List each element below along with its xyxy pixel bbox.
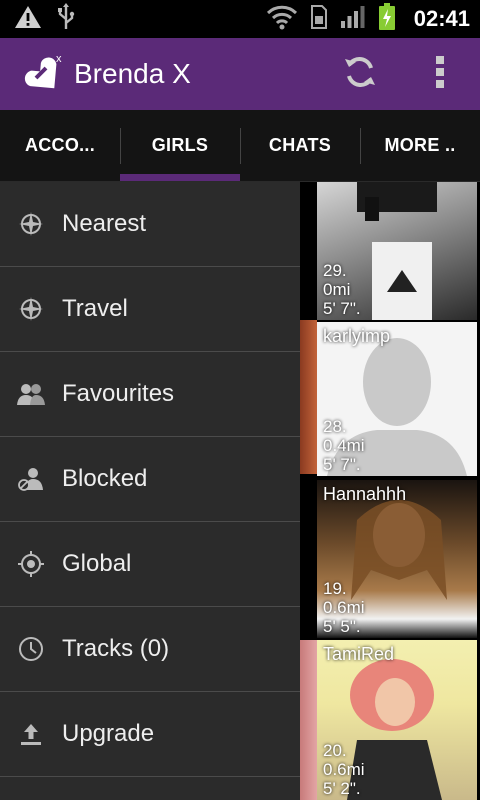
profile-name: TamiRed (323, 644, 395, 664)
menu-label: Tracks (0) (62, 635, 170, 662)
tab-bar: ACCO... GIRLS CHATS MORE .. (0, 110, 480, 182)
profile-stats: 29. 0mi 5' 7". (323, 261, 361, 318)
usb-icon (56, 2, 76, 36)
upload-icon (0, 692, 60, 777)
overflow-menu-button[interactable] (400, 38, 480, 110)
menu-label: Global (62, 550, 132, 577)
tab-girls[interactable]: GIRLS (120, 110, 240, 181)
blocked-user-icon (0, 437, 60, 522)
partial-card (300, 640, 317, 800)
battery-charging-icon (378, 2, 396, 36)
profile-age: 19. (323, 579, 347, 598)
profile-age: 20. (323, 741, 347, 760)
status-time: 02:41 (413, 6, 470, 31)
sim-icon (310, 4, 328, 35)
compass-icon (0, 267, 60, 352)
menu-item-travel[interactable]: Travel (0, 267, 300, 352)
menu-label: Blocked (62, 465, 148, 492)
clock-icon (0, 607, 60, 692)
profile-age: 28. (323, 417, 347, 436)
profile-stats: 28. 0.4mi 5' 7". (323, 417, 365, 474)
profile-height: 5' 7". (323, 455, 361, 474)
target-icon (0, 522, 60, 607)
partial-card (300, 320, 317, 474)
profile-distance: 0.6mi (323, 598, 365, 617)
profile-distance: 0.6mi (323, 760, 365, 779)
profile-stats: 20. 0.6mi 5' 2". (323, 741, 365, 798)
profile-card[interactable]: Hannahhh 19. 0.6mi 5' 5". (317, 480, 477, 638)
refresh-button[interactable] (320, 38, 400, 110)
status-bar: 02:41 (0, 0, 480, 38)
profile-distance: 0mi (323, 280, 351, 299)
menu-label: Upgrade (62, 720, 155, 747)
svg-text:x: x (56, 53, 62, 65)
refresh-icon (341, 53, 379, 96)
profile-age: 29. (323, 261, 347, 280)
profile-card[interactable]: 29. 0mi 5' 7". (317, 182, 477, 320)
navigation-drawer: Nearest Travel Favourites Blocked Global… (0, 182, 300, 800)
menu-label: Favourites (62, 380, 175, 407)
profile-height: 5' 7". (323, 299, 361, 318)
app-logo-icon[interactable]: x (22, 52, 66, 96)
tab-more[interactable]: MORE .. (360, 110, 480, 181)
profile-grid: 29. 0mi 5' 7". karlyimp 28. 0.4mi 5' 7".… (300, 182, 480, 800)
profile-card[interactable]: TamiRed 20. 0.6mi 5' 2". (317, 640, 477, 800)
app-title: Brenda X (74, 58, 191, 89)
profile-stats: 19. 0.6mi 5' 5". (323, 579, 365, 636)
profile-name: Hannahhh (323, 484, 407, 504)
wifi-icon (266, 4, 298, 35)
warning-icon (14, 4, 42, 35)
signal-icon (340, 5, 366, 34)
action-bar: x Brenda X (0, 38, 480, 110)
profile-name: karlyimp (323, 326, 391, 346)
menu-item-blocked[interactable]: Blocked (0, 437, 300, 522)
menu-item-upgrade[interactable]: Upgrade (0, 692, 300, 777)
overflow-menu-icon (435, 55, 445, 94)
people-icon (0, 352, 60, 437)
menu-item-nearest[interactable]: Nearest (0, 182, 300, 267)
tab-chats[interactable]: CHATS (240, 110, 360, 181)
menu-item-tracks[interactable]: Tracks (0) (0, 607, 300, 692)
tab-account[interactable]: ACCO... (0, 110, 120, 181)
menu-label: Nearest (62, 210, 147, 237)
menu-item-favourites[interactable]: Favourites (0, 352, 300, 437)
profile-height: 5' 2". (323, 779, 361, 798)
profile-height: 5' 5". (323, 617, 361, 636)
profile-distance: 0.4mi (323, 436, 365, 455)
compass-icon (0, 182, 60, 267)
profile-card[interactable]: karlyimp 28. 0.4mi 5' 7". (317, 322, 477, 476)
menu-label: Travel (62, 295, 128, 322)
menu-item-global[interactable]: Global (0, 522, 300, 607)
